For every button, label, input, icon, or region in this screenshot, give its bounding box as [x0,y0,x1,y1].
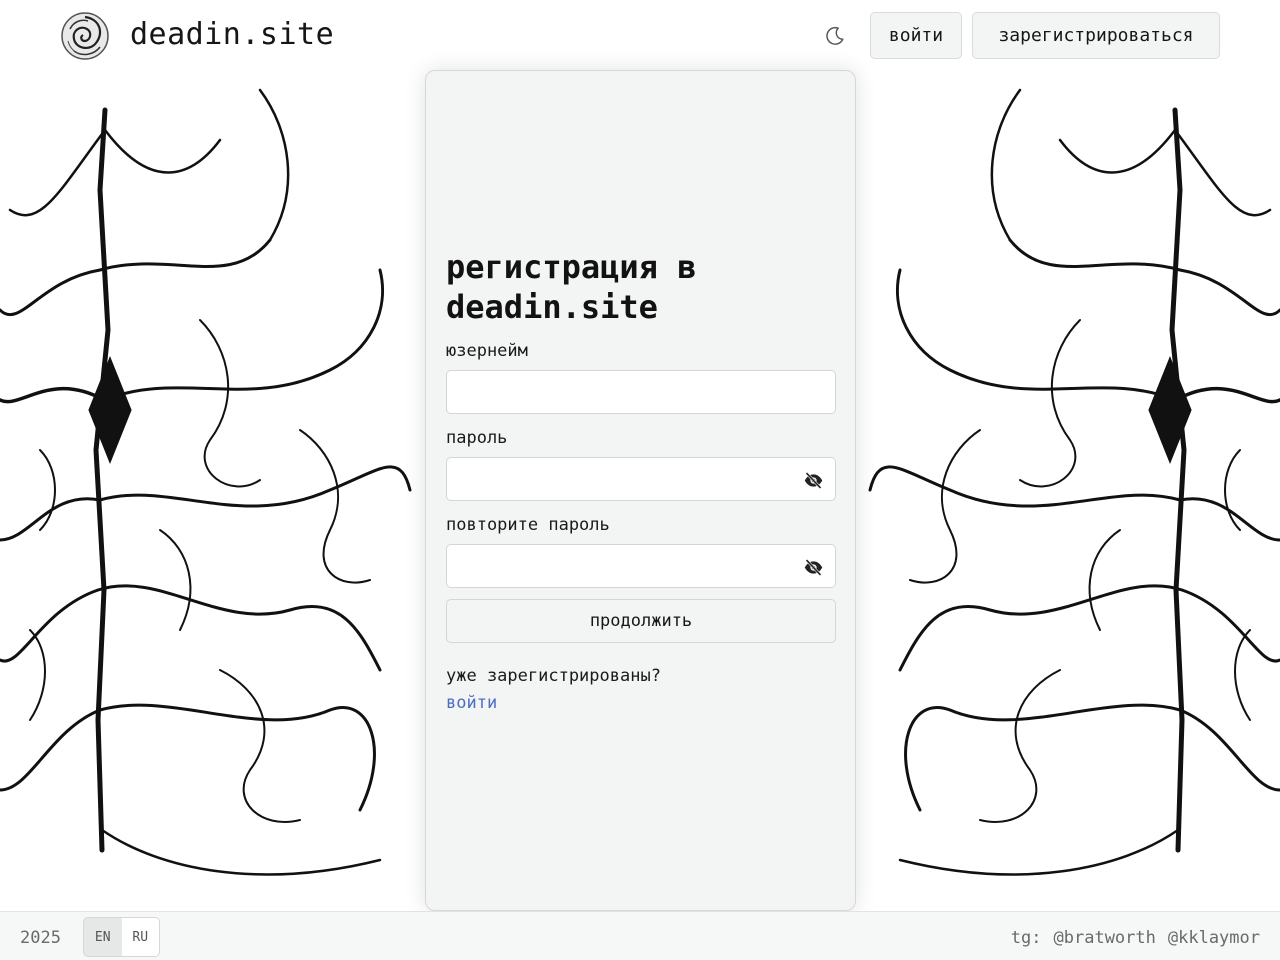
continue-button[interactable]: продолжить [446,599,836,643]
registration-card: регистрация в deadin.site юзернейм парол… [425,70,856,911]
password-label: пароль [446,428,508,448]
username-input[interactable] [446,370,836,414]
already-registered-text: уже зарегистрированы? [446,666,661,686]
repeat-password-label: повторите пароль [446,515,610,535]
page-title: регистрация в deadin.site [446,248,697,326]
eye-off-icon[interactable] [802,469,824,491]
decorative-art-left [0,70,420,910]
login-link[interactable]: войти [446,693,497,713]
copyright-year: 2025 [20,928,61,948]
brand-name[interactable]: deadin.site [130,17,334,52]
contact-kklaymor[interactable]: @kklaymor [1168,928,1260,948]
contact-bratworth[interactable]: @bratworth [1054,928,1156,948]
repeat-password-input[interactable] [446,544,836,588]
decorative-art-right [860,70,1280,910]
header: deadin.site войти зарегистрироваться [0,0,1280,70]
register-button[interactable]: зарегистрироваться [972,12,1220,59]
password-input[interactable] [446,457,836,501]
contacts-prefix: tg: [1010,928,1042,948]
lang-en[interactable]: EN [84,918,122,956]
lang-ru[interactable]: RU [121,918,159,956]
login-button[interactable]: войти [870,12,962,59]
language-switch: EN RU [83,917,160,957]
footer: 2025 EN RU tg: @bratworth @kklaymor [0,911,1280,960]
contacts: tg: @bratworth @kklaymor [1011,928,1260,948]
eye-off-icon[interactable] [802,556,824,578]
username-label: юзернейм [446,341,528,361]
moon-icon[interactable] [822,23,848,49]
logo-icon[interactable] [60,11,110,61]
